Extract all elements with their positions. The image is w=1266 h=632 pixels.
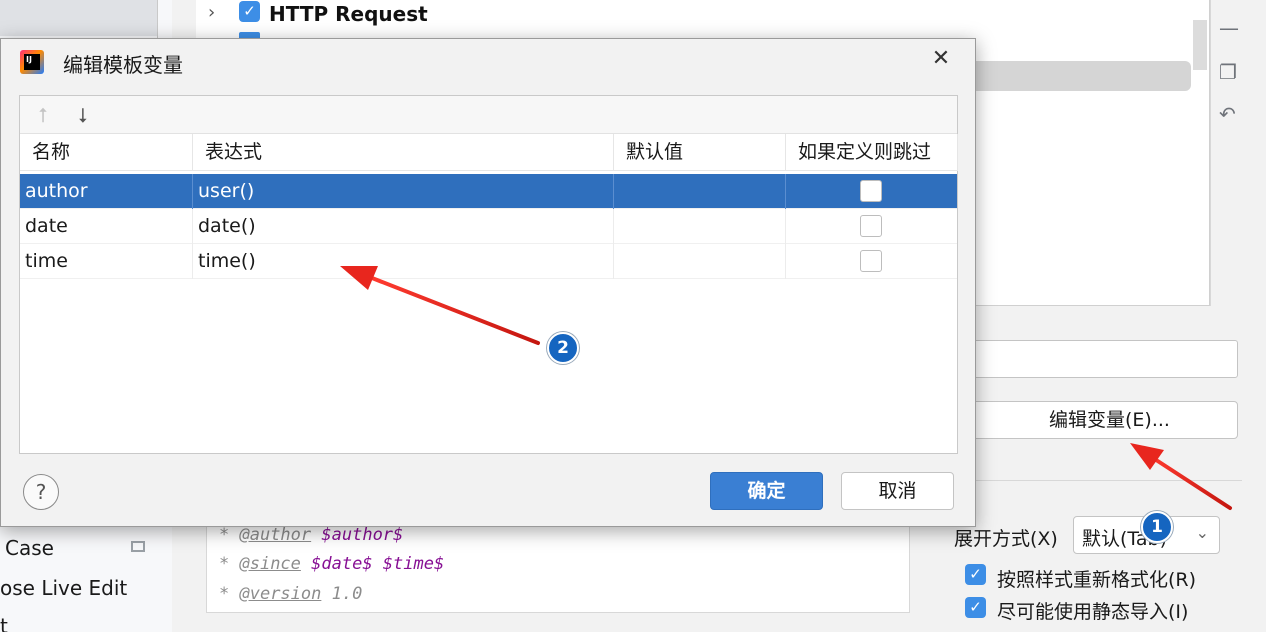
cell-expression[interactable]: date() xyxy=(193,209,614,244)
dialog-title: 编辑模板变量 xyxy=(63,53,183,77)
code-since-var: $date$ $time$ xyxy=(311,554,445,574)
cancel-button[interactable]: 取消 xyxy=(841,472,954,510)
column-skip-if-defined[interactable]: 如果定义则跳过 xyxy=(786,134,958,171)
sidebar-item-live-edit[interactable]: ose Live Edit xyxy=(0,576,127,600)
undo-icon[interactable]: ↶ xyxy=(1219,102,1236,126)
cell-name[interactable]: time xyxy=(20,244,193,279)
reformat-label: 按照样式重新格式化(R) xyxy=(997,569,1197,591)
static-import-checkbox[interactable]: ✓ xyxy=(965,597,986,618)
cell-default[interactable] xyxy=(614,209,786,244)
reformat-checkbox[interactable]: ✓ xyxy=(965,564,986,585)
table-header: 名称 表达式 默认值 如果定义则跳过 xyxy=(20,134,958,171)
move-up-icon[interactable]: ⭡ xyxy=(30,102,56,128)
code-author-var: $author$ xyxy=(321,525,404,545)
cell-expression[interactable]: user() xyxy=(193,174,614,209)
edit-template-variables-dialog: IJ 编辑模板变量 ✕ ⭡ ⭣ 名称 表达式 默认值 如果定义则跳过 autho… xyxy=(0,38,976,527)
cell-default[interactable] xyxy=(614,244,786,279)
description-input[interactable] xyxy=(960,340,1238,378)
table-row[interactable]: date date() xyxy=(20,209,957,244)
code-version-tag: @version xyxy=(239,584,322,604)
panel-icon xyxy=(131,541,145,552)
chevron-right-icon[interactable]: › xyxy=(208,2,215,23)
table-toolbar: ⭡ ⭣ xyxy=(20,96,957,134)
sidebar-selected-item[interactable] xyxy=(0,0,157,36)
move-down-icon[interactable]: ⭣ xyxy=(70,102,96,128)
table-row[interactable]: author user() xyxy=(20,174,957,209)
http-request-checkbox[interactable]: ✓ xyxy=(239,1,260,22)
static-import-label: 尽可能使用静态导入(I) xyxy=(997,601,1189,623)
arrow-1 xyxy=(1130,443,1232,510)
cell-expression[interactable]: time() xyxy=(193,244,614,279)
code-since-tag: @since xyxy=(239,554,301,574)
tree-toolbar xyxy=(1210,0,1248,306)
sidebar-item-partial[interactable]: t xyxy=(0,614,8,632)
intellij-logo-icon: IJ xyxy=(20,50,44,74)
badge-1: 1 xyxy=(1141,511,1173,543)
tree-item-http-request[interactable]: HTTP Request xyxy=(269,2,428,26)
template-code-editor[interactable]: * @author $author$ * @since $date$ $time… xyxy=(206,515,910,613)
column-default[interactable]: 默认值 xyxy=(614,134,786,171)
skip-if-defined-checkbox[interactable] xyxy=(860,250,882,272)
close-icon[interactable]: ✕ xyxy=(929,46,953,72)
cell-name[interactable]: date xyxy=(20,209,193,244)
table-row[interactable]: time time() xyxy=(20,244,957,279)
cell-default[interactable] xyxy=(614,174,786,209)
edit-variables-button[interactable]: 编辑变量(E)... xyxy=(960,401,1238,439)
skip-if-defined-checkbox[interactable] xyxy=(860,180,882,202)
badge-2: 2 xyxy=(547,332,579,364)
column-expression[interactable]: 表达式 xyxy=(193,134,614,171)
column-name[interactable]: 名称 xyxy=(20,134,193,171)
minus-icon[interactable]: — xyxy=(1219,16,1239,40)
chevron-down-icon: ⌄ xyxy=(1195,523,1209,542)
variables-table-panel: ⭡ ⭣ 名称 表达式 默认值 如果定义则跳过 author user() dat… xyxy=(19,95,958,454)
code-version-value: 1.0 xyxy=(331,584,363,604)
sidebar-item-case[interactable]: Case xyxy=(5,536,54,560)
cell-name[interactable]: author xyxy=(20,174,193,209)
code-author-tag: @author xyxy=(239,525,312,545)
tree-selected-row[interactable] xyxy=(960,61,1191,91)
options-divider xyxy=(948,480,1242,481)
ok-button[interactable]: 确定 xyxy=(710,472,823,510)
sidebar-divider xyxy=(157,0,158,40)
tree-scrollbar[interactable] xyxy=(1193,20,1207,70)
help-button[interactable]: ? xyxy=(23,474,59,510)
expand-label: 展开方式(X) xyxy=(954,528,1058,550)
copy-icon[interactable]: ❐ xyxy=(1219,60,1237,84)
skip-if-defined-checkbox[interactable] xyxy=(860,215,882,237)
